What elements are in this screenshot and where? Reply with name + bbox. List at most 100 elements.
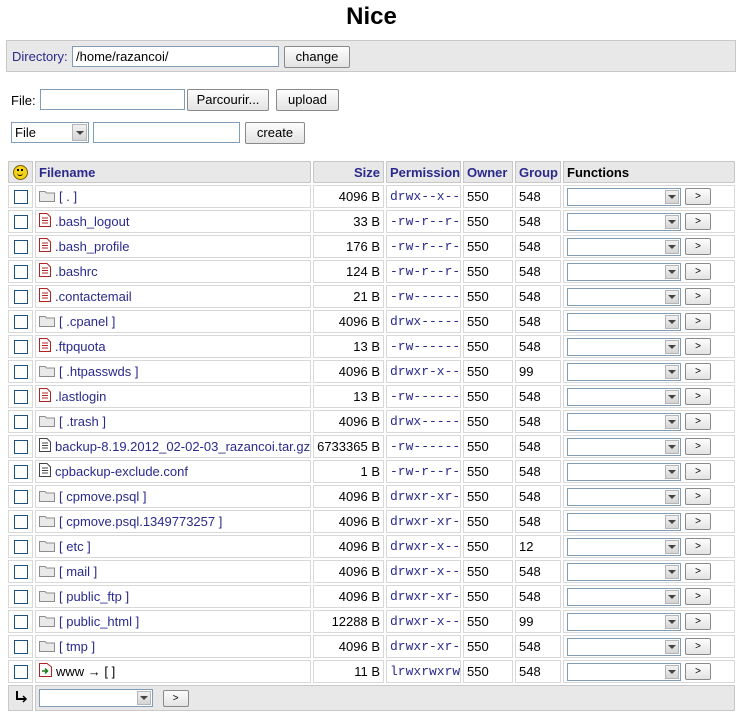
function-go-button[interactable]: > [685, 388, 711, 405]
row-checkbox[interactable] [13, 490, 28, 505]
permission-header[interactable]: Permission [386, 161, 461, 183]
filename-link[interactable]: [ .cpanel ] [59, 314, 115, 329]
permission-cell[interactable]: -rw------- [386, 335, 461, 358]
row-checkbox[interactable] [13, 240, 28, 255]
filename-link[interactable]: cpbackup-exclude.conf [55, 464, 188, 479]
function-select[interactable] [567, 337, 681, 356]
filename-link[interactable]: [ .trash ] [59, 414, 106, 429]
permission-cell[interactable]: drwxr-xr-x [386, 635, 461, 658]
function-select[interactable] [567, 662, 681, 681]
permission-cell[interactable]: drwxr-xr-x [386, 485, 461, 508]
filename-link[interactable]: [ public_html ] [59, 614, 139, 629]
function-select[interactable] [567, 537, 681, 556]
function-select[interactable] [567, 612, 681, 631]
browse-button[interactable]: Parcourir... [187, 89, 269, 111]
row-checkbox[interactable] [13, 290, 28, 305]
permission-cell[interactable]: drwx------ [386, 310, 461, 333]
create-name-input[interactable] [93, 122, 240, 143]
function-select[interactable] [567, 262, 681, 281]
filename-header[interactable]: Filename [35, 161, 311, 183]
function-select[interactable] [567, 412, 681, 431]
filename-link[interactable]: .bash_logout [55, 214, 129, 229]
size-header[interactable]: Size [313, 161, 384, 183]
function-go-button[interactable]: > [685, 588, 711, 605]
function-go-button[interactable]: > [685, 363, 711, 380]
function-select[interactable] [567, 212, 681, 231]
permission-cell[interactable]: drwxr-xr-x [386, 510, 461, 533]
function-select[interactable] [567, 512, 681, 531]
function-select[interactable] [567, 387, 681, 406]
function-go-button[interactable]: > [685, 288, 711, 305]
function-select[interactable] [567, 187, 681, 206]
create-button[interactable]: create [245, 122, 305, 144]
function-go-button[interactable]: > [685, 613, 711, 630]
row-checkbox[interactable] [13, 565, 28, 580]
function-select[interactable] [567, 362, 681, 381]
function-select[interactable] [567, 487, 681, 506]
permission-cell[interactable]: drwx--x--x [386, 185, 461, 208]
bulk-go-button[interactable]: > [162, 689, 189, 707]
function-go-button[interactable]: > [685, 338, 711, 355]
function-select[interactable] [567, 587, 681, 606]
filename-link[interactable]: [ cpmove.psql.1349773257 ] [59, 514, 222, 529]
row-checkbox[interactable] [13, 540, 28, 555]
function-select[interactable] [567, 562, 681, 581]
permission-cell[interactable]: -rw-r--r-- [386, 235, 461, 258]
row-checkbox[interactable] [13, 440, 28, 455]
permission-cell[interactable]: drwx------ [386, 410, 461, 433]
function-go-button[interactable]: > [685, 488, 711, 505]
permission-cell[interactable]: -rw------- [386, 285, 461, 308]
function-go-button[interactable]: > [685, 463, 711, 480]
filename-link[interactable]: [ cpmove.psql ] [59, 489, 146, 504]
row-checkbox[interactable] [13, 390, 28, 405]
group-header[interactable]: Group [515, 161, 561, 183]
create-type-select[interactable]: File [11, 122, 89, 143]
filename-link[interactable]: .contactemail [55, 289, 132, 304]
function-select[interactable] [567, 437, 681, 456]
function-go-button[interactable]: > [685, 663, 711, 680]
file-path-input[interactable] [40, 89, 185, 110]
filename-link[interactable]: backup-8.19.2012_02-02-03_razancoi.tar.g… [55, 439, 310, 454]
permission-cell[interactable]: -rw------- [386, 385, 461, 408]
filename-link[interactable]: [ .htpasswds ] [59, 364, 138, 379]
filename-link[interactable]: [ public_ftp ] [59, 589, 129, 604]
row-checkbox[interactable] [13, 190, 28, 205]
function-select[interactable] [567, 637, 681, 656]
function-select[interactable] [567, 462, 681, 481]
function-go-button[interactable]: > [685, 213, 711, 230]
function-select[interactable] [567, 312, 681, 331]
row-checkbox[interactable] [13, 365, 28, 380]
permission-cell[interactable]: drwxr-x--- [386, 535, 461, 558]
function-go-button[interactable]: > [685, 313, 711, 330]
function-go-button[interactable]: > [685, 263, 711, 280]
select-all-header[interactable] [8, 161, 33, 183]
permission-cell[interactable]: -rw------- [386, 435, 461, 458]
row-checkbox[interactable] [13, 615, 28, 630]
row-checkbox[interactable] [13, 265, 28, 280]
row-checkbox[interactable] [13, 515, 28, 530]
permission-cell[interactable]: drwxr-xr-x [386, 585, 461, 608]
filename-link[interactable]: .bashrc [55, 264, 98, 279]
function-select[interactable] [567, 237, 681, 256]
row-checkbox[interactable] [13, 215, 28, 230]
row-checkbox[interactable] [13, 465, 28, 480]
function-go-button[interactable]: > [685, 188, 711, 205]
owner-header[interactable]: Owner [463, 161, 513, 183]
bulk-action-select[interactable] [39, 689, 153, 707]
function-go-button[interactable]: > [685, 513, 711, 530]
permission-cell[interactable]: drwxr-x--- [386, 610, 461, 633]
function-go-button[interactable]: > [685, 538, 711, 555]
function-go-button[interactable]: > [685, 438, 711, 455]
permission-cell[interactable]: drwxr-x--- [386, 360, 461, 383]
filename-link[interactable]: [ tmp ] [59, 639, 95, 654]
permission-cell[interactable]: lrwxrwxrwx [386, 660, 461, 683]
row-checkbox[interactable] [13, 665, 28, 680]
directory-input[interactable] [72, 46, 279, 67]
permission-cell[interactable]: -rw-r--r-- [386, 460, 461, 483]
change-button[interactable]: change [284, 46, 350, 68]
filename-link[interactable]: [ . ] [59, 189, 77, 204]
upload-button[interactable]: upload [276, 89, 339, 111]
filename-link[interactable]: [ etc ] [59, 539, 91, 554]
function-select[interactable] [567, 287, 681, 306]
filename-link[interactable]: .lastlogin [55, 389, 106, 404]
